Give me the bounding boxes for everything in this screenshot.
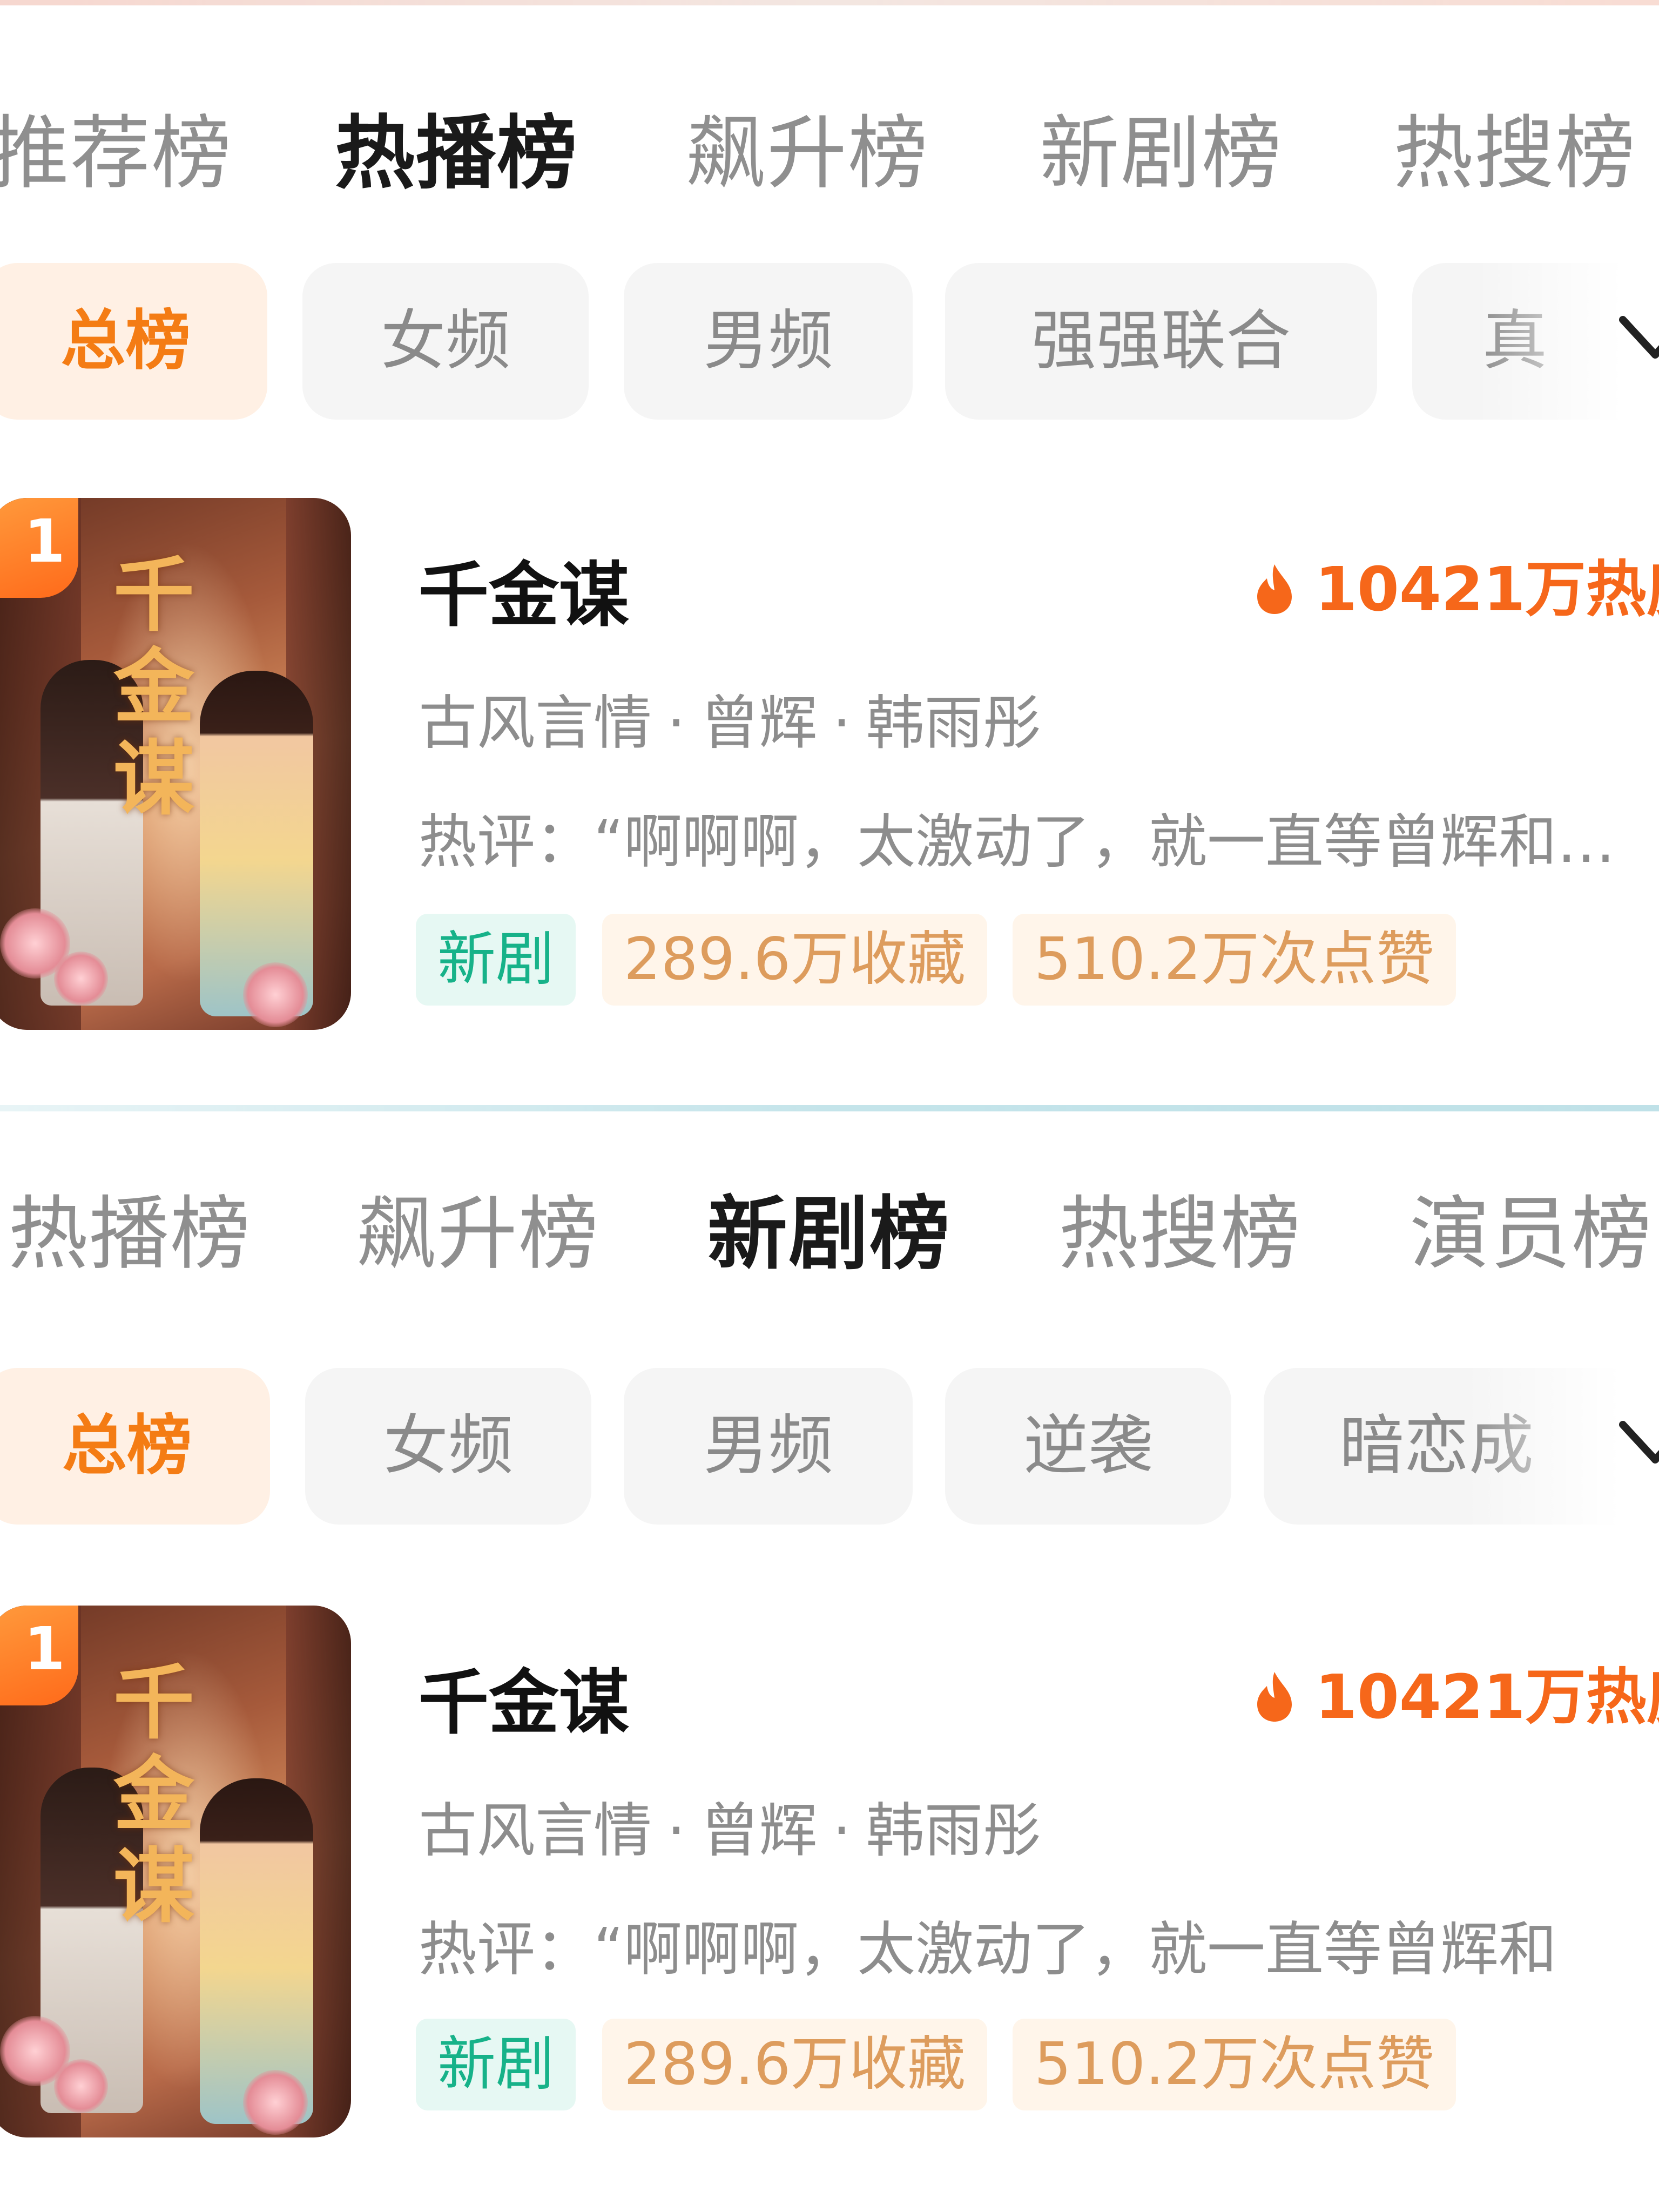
ranking-panel-2: 热播榜 飙升榜 新剧榜 热搜榜 演员榜 总榜 女频 男频 逆袭 暗恋成 千金谋 … — [0, 1111, 1659, 2212]
chevron-down-icon[interactable] — [1615, 1406, 1659, 1481]
hot-review: 热评：“啊啊啊，太激动了，就一直等曾辉和 — [419, 1916, 1557, 1984]
chip-male[interactable]: 男频 — [624, 1368, 913, 1525]
top-gradient-strip — [0, 0, 1659, 5]
flame-icon — [1257, 1672, 1292, 1722]
tab-rising[interactable]: 飙升榜 — [356, 1187, 599, 1282]
genre-label: 古风言情 — [419, 690, 652, 757]
ranking-panel-1: 推荐榜 热播榜 飙升榜 新剧榜 热搜榜 总榜 女频 男频 强强联合 真 — [0, 6, 1659, 1108]
chip-comeback[interactable]: 逆袭 — [945, 1368, 1231, 1525]
section-divider — [0, 1105, 1659, 1111]
rank-badge: 1 — [0, 1606, 78, 1705]
genre-label: 古风言情 — [419, 1797, 652, 1865]
flame-icon — [1257, 564, 1292, 614]
actor-name: 曾辉 — [700, 1797, 818, 1865]
favorites-count-tag: 289.6万收藏 — [602, 2019, 988, 2110]
new-drama-tag: 新剧 — [416, 2019, 576, 2110]
tab-hot-search[interactable]: 热搜榜 — [1058, 1187, 1301, 1282]
tab-actor[interactable]: 演员榜 — [1410, 1187, 1653, 1282]
actor-name: 韩雨彤 — [866, 1797, 1041, 1865]
ranking-tabs: 推荐榜 热播榜 飙升榜 新剧榜 热搜榜 — [0, 106, 1659, 201]
hot-review: 热评：“啊啊啊，太激动了，就一直等曾辉和… — [419, 808, 1615, 876]
cover-title-art: 千金谋 — [113, 1655, 194, 1934]
heat-value: 10421万热度 — [1315, 1662, 1659, 1732]
drama-title[interactable]: 千金谋 — [419, 538, 629, 640]
new-drama-tag: 新剧 — [416, 914, 576, 1006]
drama-cover-image[interactable]: 千金谋 1 — [0, 498, 351, 1030]
category-chips: 总榜 女频 男频 强强联合 真 — [0, 263, 1659, 420]
tab-new-drama[interactable]: 新剧榜 — [707, 1187, 950, 1282]
chip-overall[interactable]: 总榜 — [0, 263, 267, 420]
chip-female[interactable]: 女频 — [302, 263, 589, 420]
actor-name: 曾辉 — [700, 690, 818, 757]
ranking-screen: 推荐榜 热播榜 飙升榜 新剧榜 热搜榜 总榜 女频 男频 强强联合 真 — [0, 0, 1659, 2212]
tab-hot-play[interactable]: 热播榜 — [8, 1187, 251, 1282]
chip-female[interactable]: 女频 — [305, 1368, 591, 1525]
likes-count-tag: 510.2万次点赞 — [1013, 914, 1456, 1006]
ranking-tabs: 热播榜 飙升榜 新剧榜 热搜榜 演员榜 — [0, 1187, 1659, 1282]
drama-meta: 古风言情 · 曾辉 · 韩雨彤 — [419, 690, 1041, 757]
drama-meta: 古风言情 · 曾辉 · 韩雨彤 — [419, 1797, 1041, 1865]
favorites-count-tag: 289.6万收藏 — [602, 914, 988, 1006]
heat-value: 10421万热度 — [1315, 555, 1659, 625]
chip-strong-alliance[interactable]: 强强联合 — [945, 263, 1377, 420]
tab-hot-search[interactable]: 热搜榜 — [1393, 106, 1636, 201]
category-chips: 总榜 女频 男频 逆袭 暗恋成 — [0, 1368, 1659, 1525]
drama-title[interactable]: 千金谋 — [419, 1646, 629, 1748]
chevron-down-icon[interactable] — [1615, 301, 1659, 376]
cover-title-art: 千金谋 — [113, 548, 194, 826]
likes-count-tag: 510.2万次点赞 — [1013, 2019, 1456, 2110]
chip-male[interactable]: 男频 — [624, 263, 913, 420]
tab-new-drama[interactable]: 新剧榜 — [1040, 106, 1283, 201]
rank-badge: 1 — [0, 498, 78, 598]
drama-cover-image[interactable]: 千金谋 1 — [0, 1606, 351, 2137]
actor-name: 韩雨彤 — [866, 690, 1041, 757]
tab-recommend[interactable]: 推荐榜 — [0, 106, 232, 201]
chip-overall[interactable]: 总榜 — [0, 1368, 270, 1525]
tab-rising[interactable]: 飙升榜 — [686, 106, 929, 201]
tab-hot-play[interactable]: 热播榜 — [335, 106, 578, 201]
